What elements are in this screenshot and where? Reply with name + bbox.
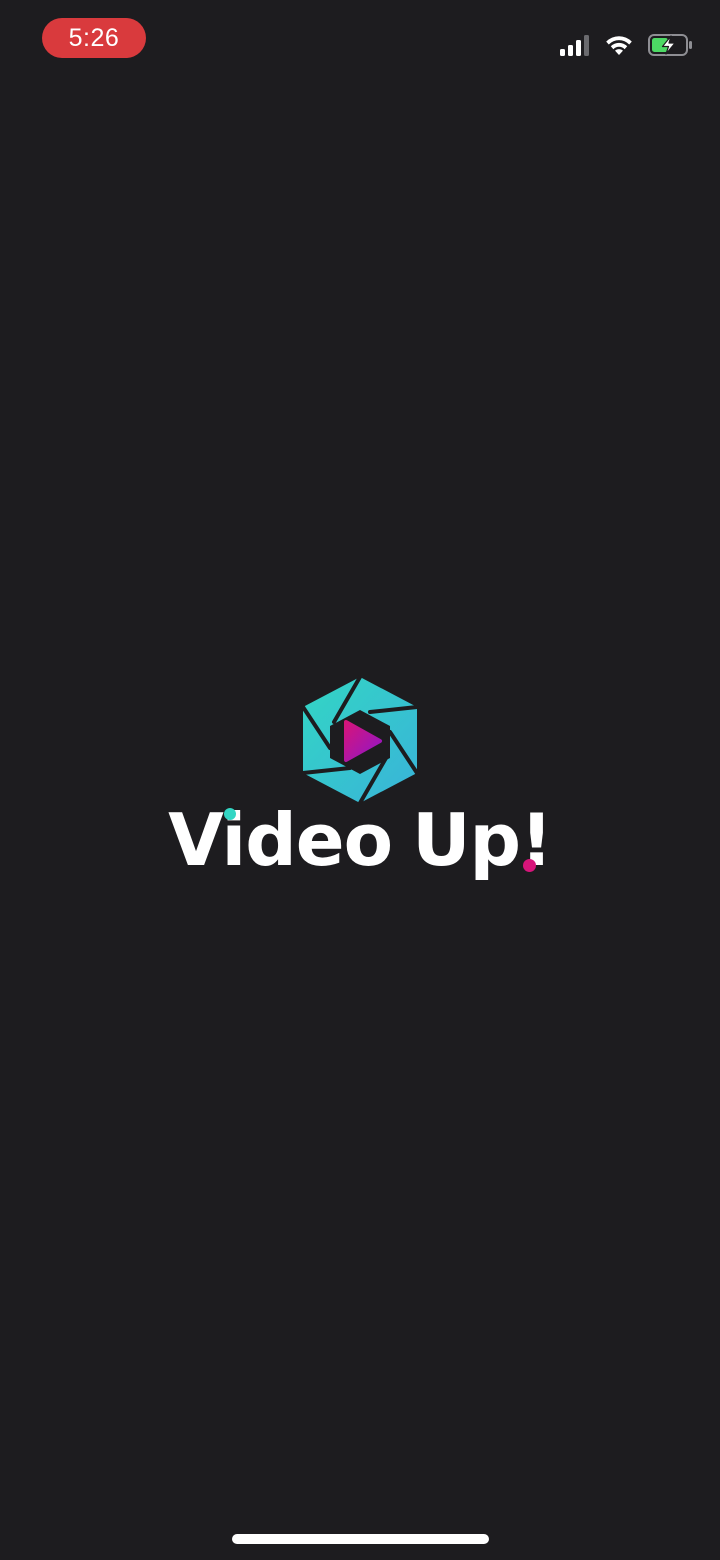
splash-branding: Video Up ! [0,660,720,876]
home-indicator[interactable] [232,1534,489,1544]
brand-word-up: Up [412,798,521,882]
status-icons [560,30,694,60]
brand-wordmark: Video Up ! [168,798,553,882]
brand-exclamation: ! [520,798,553,882]
brand-word-video: Video [168,798,393,882]
status-time-pill[interactable]: 5:26 [42,18,146,58]
battery-charging-icon [648,34,692,56]
brand-exclamation-dot [523,859,537,872]
brand-i-dot [224,808,237,820]
status-time: 5:26 [68,23,120,52]
status-bar: 5:26 [0,0,720,90]
aperture-play-logo-icon [301,675,419,805]
splash-screen: 5:26 Video Up ! [0,0,720,1560]
cellular-signal-icon [560,35,589,56]
wifi-icon [606,36,632,55]
